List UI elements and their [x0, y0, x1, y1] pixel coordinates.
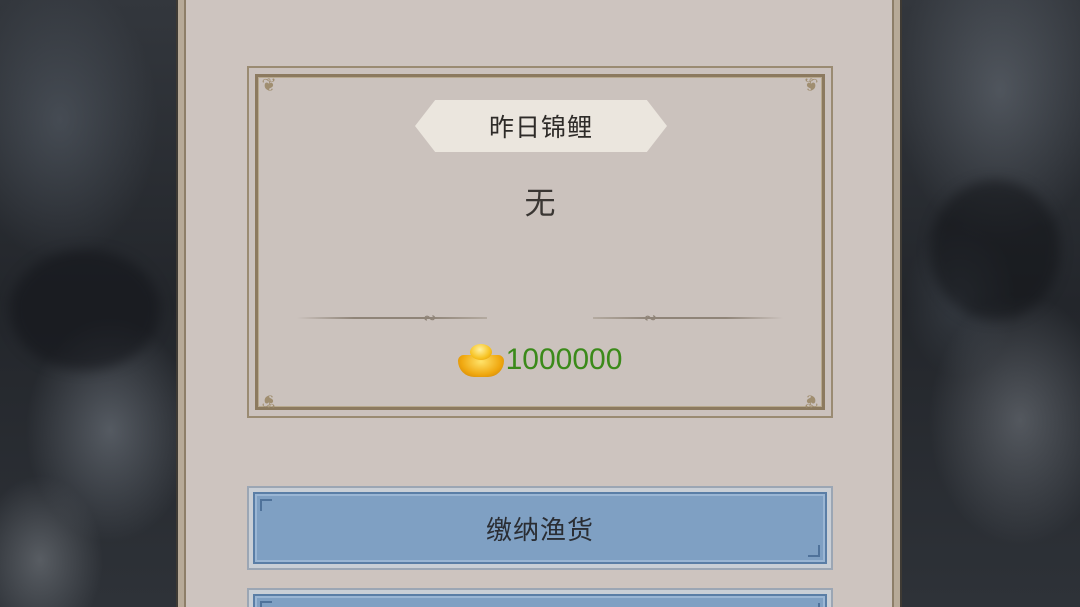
submit-fish-button[interactable]: 缴纳渔货 — [247, 486, 833, 570]
submit-fish-button-label: 缴纳渔货 — [253, 492, 827, 564]
koi-winner-name: 无 — [524, 186, 556, 222]
reward-amount: 1000000 — [505, 343, 623, 376]
corner-ornament-icon: ❦ — [261, 75, 277, 96]
divider-right — [593, 317, 783, 319]
divider-ornament-icon: ∾ — [423, 308, 437, 327]
koi-info-card: ❦ ❦ ❦ ❦ 昨日锦鲤 无 ∾ ∾ 1000000 — [247, 66, 833, 418]
reward-row: 1000000 — [249, 340, 831, 380]
corner-ornament-icon: ❦ — [261, 390, 277, 411]
card-title: 昨日锦鲤 — [415, 100, 667, 152]
corner-ornament-icon: ❦ — [803, 75, 819, 96]
corner-ornament-icon: ❦ — [803, 390, 819, 411]
gold-ingot-icon — [457, 343, 504, 377]
second-action-button-label — [253, 594, 827, 607]
second-action-button[interactable] — [247, 588, 833, 607]
divider-left — [297, 317, 487, 319]
